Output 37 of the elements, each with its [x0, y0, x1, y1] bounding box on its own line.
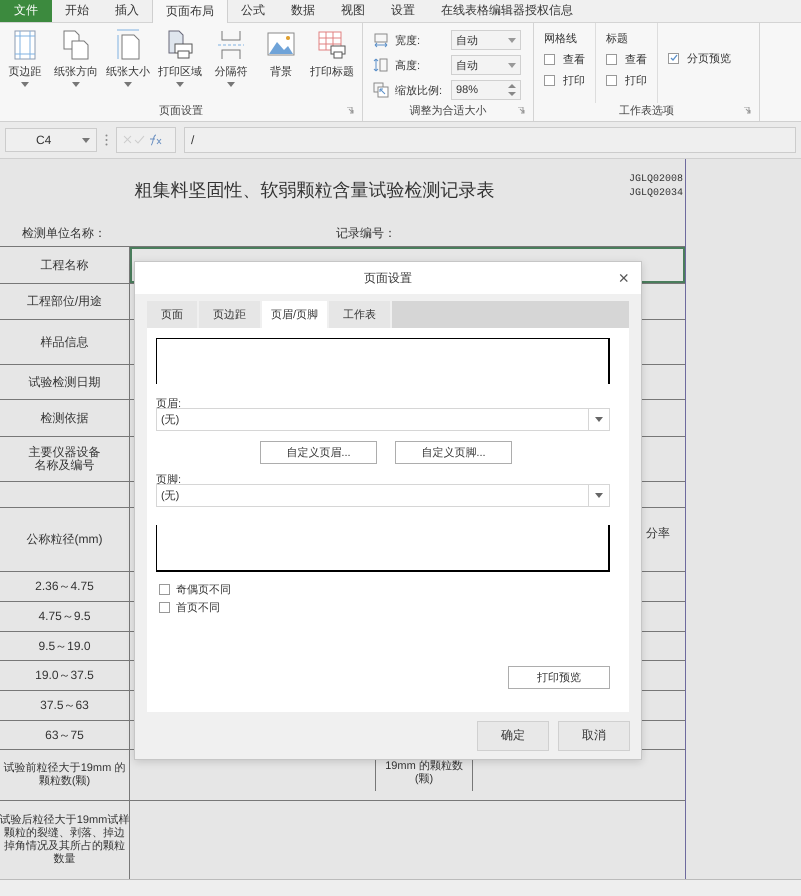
option-heading: 网格线 — [544, 32, 578, 46]
checkbox-label: 查看 — [563, 52, 585, 67]
field-label: 高度: — [395, 58, 422, 73]
group-title: 调整为合适大小 — [408, 104, 488, 119]
group-title: 页面设置 — [158, 104, 204, 119]
option-heading: 标题 — [606, 32, 629, 46]
field-label: 宽度: — [395, 34, 422, 48]
checkbox-label: 查看 — [625, 52, 647, 67]
row-label: 试验前粒径大于19mm 的 颗粒数(颗) — [0, 750, 130, 800]
dialog-title: 页面设置 — [364, 270, 412, 286]
row-label: 样品信息 — [0, 320, 130, 364]
row-label: 9.5～19.0 — [0, 632, 130, 660]
row-label: 检测依据 — [0, 400, 130, 436]
column-header: 分率 — [646, 525, 670, 542]
row-label: 工程名称 — [0, 247, 130, 284]
row-label: 63～75 — [0, 721, 130, 750]
row-label: 19.0～37.5 — [0, 661, 130, 690]
field-label: 检测单位名称： — [22, 225, 106, 242]
field-label: 记录编号： — [336, 225, 396, 242]
sheet-title: 粗集料坚固性、软弱颗粒含量试验检测记录表 — [133, 179, 496, 202]
checkbox-label: 首页不同 — [176, 600, 220, 614]
form-codes: JGLQ02008 JGLQ02034 — [628, 173, 684, 202]
checkbox-label: 打印 — [563, 74, 585, 88]
checkbox-label: 打印 — [625, 74, 647, 88]
row-label: 2.36～4.75 — [0, 572, 130, 602]
checkbox-label: 分页预览 — [687, 52, 731, 66]
row-label: 工程部位/用途 — [0, 284, 130, 320]
row-label: 试验检测日期 — [0, 365, 130, 400]
row-label: 37.5～63 — [0, 691, 130, 720]
field-label: 缩放比例: — [395, 84, 444, 98]
field-label: 页脚: — [156, 473, 182, 484]
row-label: 公称粒径(mm) — [0, 508, 130, 572]
row-label: 主要仪器设备 名称及编号 — [0, 437, 130, 482]
group-title: 工作表选项 — [618, 104, 675, 119]
row-label: 4.75～9.5 — [0, 602, 130, 632]
field-label: 页眉: — [156, 397, 182, 408]
checkbox-label: 奇偶页不同 — [176, 582, 231, 596]
